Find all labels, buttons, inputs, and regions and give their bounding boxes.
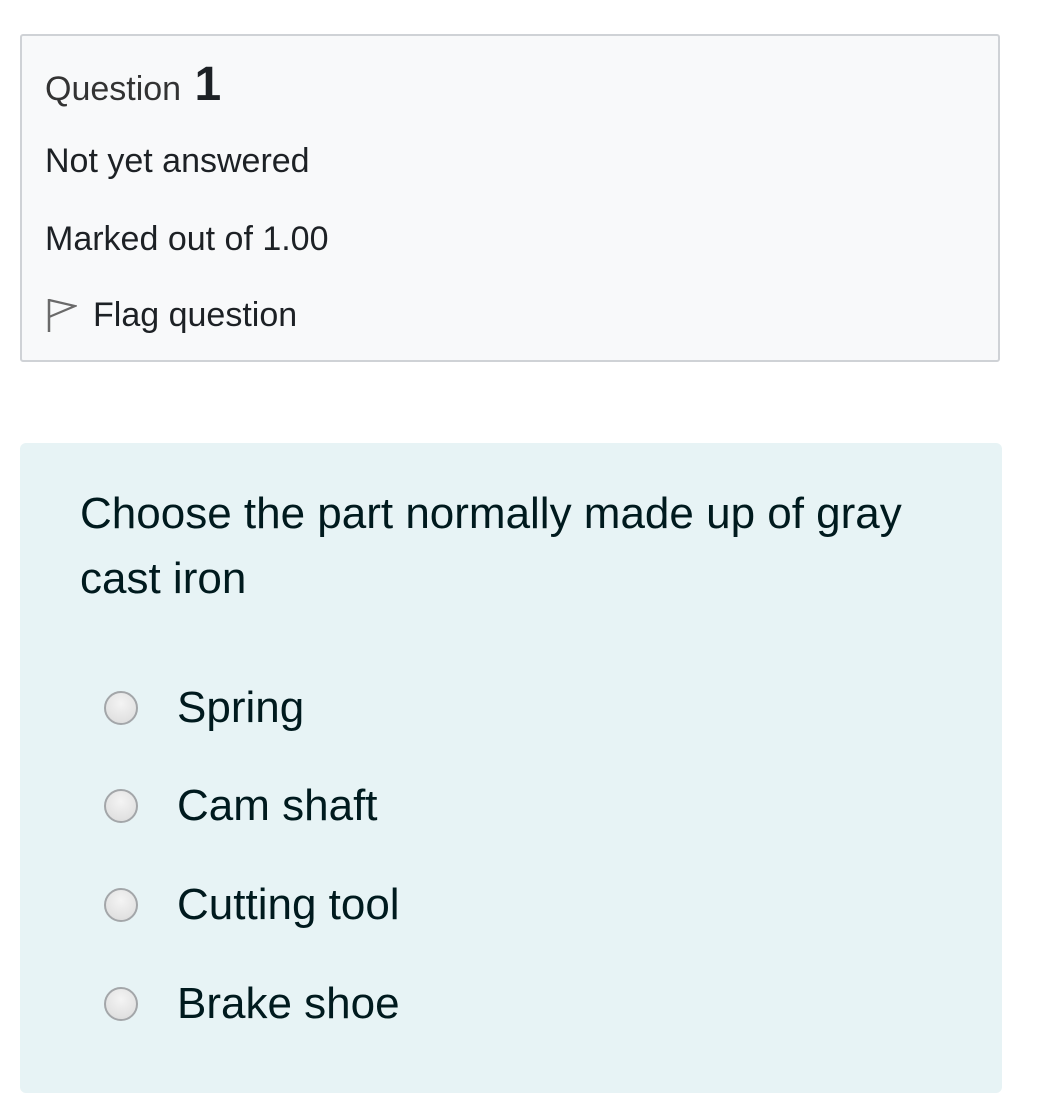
answer-label[interactable]: Cutting tool bbox=[177, 870, 400, 940]
flag-question-label: Flag question bbox=[93, 296, 298, 334]
answer-label[interactable]: Brake shoe bbox=[177, 969, 400, 1039]
answer-label[interactable]: Spring bbox=[177, 673, 304, 743]
answer-radio[interactable] bbox=[104, 691, 138, 725]
answer-option-brake-shoe[interactable]: Brake shoe bbox=[20, 969, 1002, 1039]
answer-option-spring[interactable]: Spring bbox=[20, 673, 1002, 743]
question-number: 1 bbox=[194, 58, 222, 111]
question-content: Choose the part normally made up of gray… bbox=[20, 443, 1002, 1093]
question-info-panel: Question 1 Not yet answered Marked out o… bbox=[20, 34, 1000, 362]
question-heading: Question 1 bbox=[45, 58, 221, 116]
answer-option-cam-shaft[interactable]: Cam shaft bbox=[20, 771, 1002, 841]
answer-radio[interactable] bbox=[104, 987, 138, 1021]
question-text: Choose the part normally made up of gray… bbox=[80, 489, 902, 603]
answer-radio[interactable] bbox=[104, 888, 138, 922]
question-grade: Marked out of 1.00 bbox=[45, 220, 329, 258]
question-state: Not yet answered bbox=[45, 142, 310, 180]
flag-outline-icon bbox=[45, 296, 79, 334]
answer-radio[interactable] bbox=[104, 789, 138, 823]
flag-question-button[interactable]: Flag question bbox=[45, 292, 297, 338]
answer-option-cutting-tool[interactable]: Cutting tool bbox=[20, 870, 1002, 940]
question-word: Question bbox=[45, 70, 182, 108]
answer-label[interactable]: Cam shaft bbox=[177, 771, 378, 841]
